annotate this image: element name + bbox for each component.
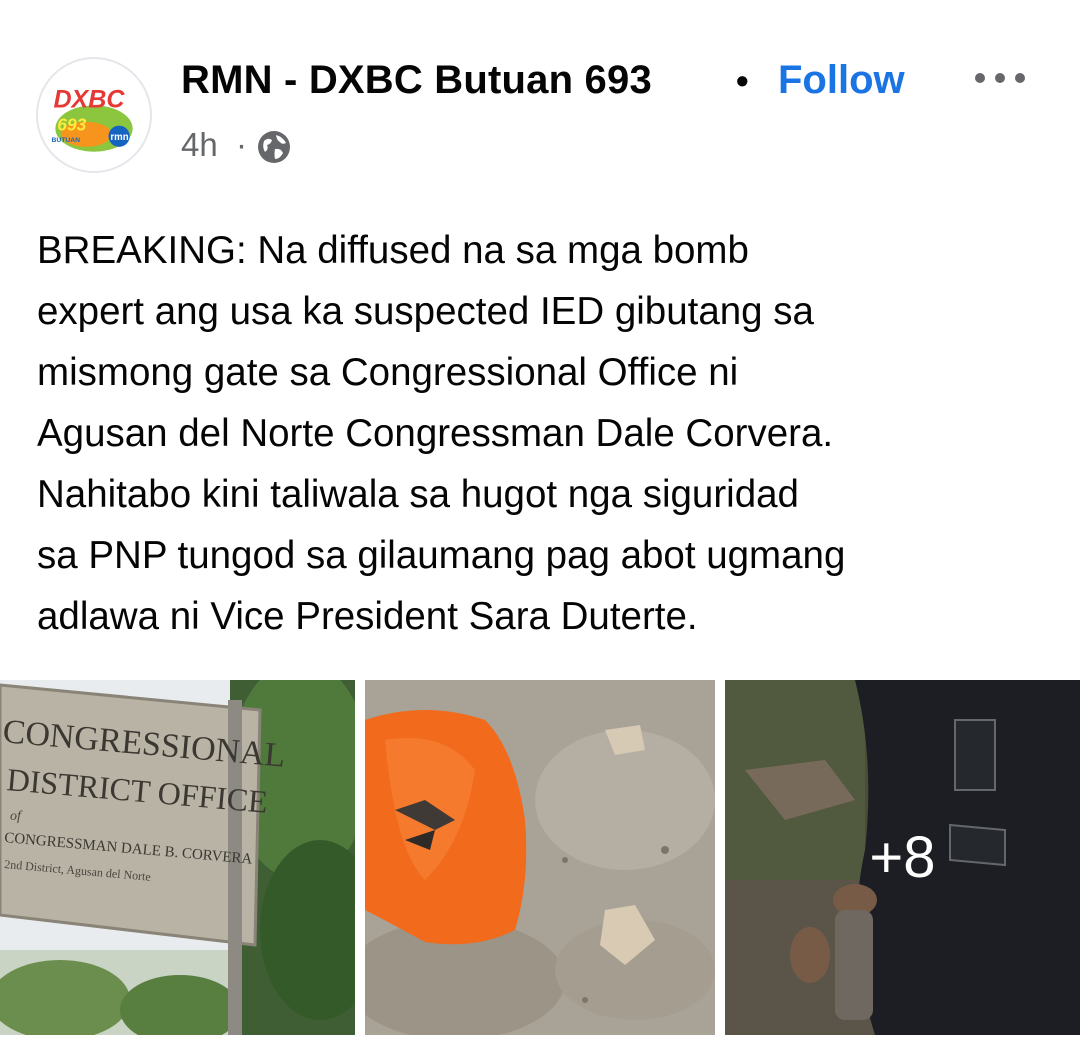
more-options-icon[interactable]: [970, 56, 1030, 100]
globe-icon[interactable]: [256, 129, 292, 165]
post-header: DXBC 693 BUTUAN rmn RMN - DXBC Butuan 69…: [0, 0, 1080, 200]
time-separator: ·: [236, 126, 247, 163]
post-text: BREAKING: Na diffused na sa mga bomb exp…: [37, 229, 846, 638]
photo-bomb-expert[interactable]: +8: [725, 680, 1080, 1035]
dxbc-logo: DXBC 693 BUTUAN rmn: [39, 60, 149, 170]
logo-text: DXBC: [53, 85, 125, 113]
photo-grid: CONGRESSIONAL DISTRICT OFFICE of CONGRES…: [0, 680, 1080, 1035]
photo-congressional-sign[interactable]: CONGRESSIONAL DISTRICT OFFICE of CONGRES…: [0, 680, 355, 1035]
page-avatar[interactable]: DXBC 693 BUTUAN rmn: [36, 57, 152, 173]
page-name[interactable]: RMN - DXBC Butuan 693: [181, 58, 652, 103]
photo-suspected-ied[interactable]: [365, 680, 715, 1035]
post-time[interactable]: 4h: [181, 126, 218, 164]
logo-frequency: 693: [57, 114, 86, 134]
more-photos-count: +8: [869, 825, 936, 890]
follow-button[interactable]: Follow: [778, 58, 905, 103]
logo-city: BUTUAN: [52, 137, 81, 144]
post-bottom-spacing: [0, 1038, 1080, 1053]
logo-network: rmn: [110, 132, 128, 143]
name-separator: •: [736, 60, 749, 101]
